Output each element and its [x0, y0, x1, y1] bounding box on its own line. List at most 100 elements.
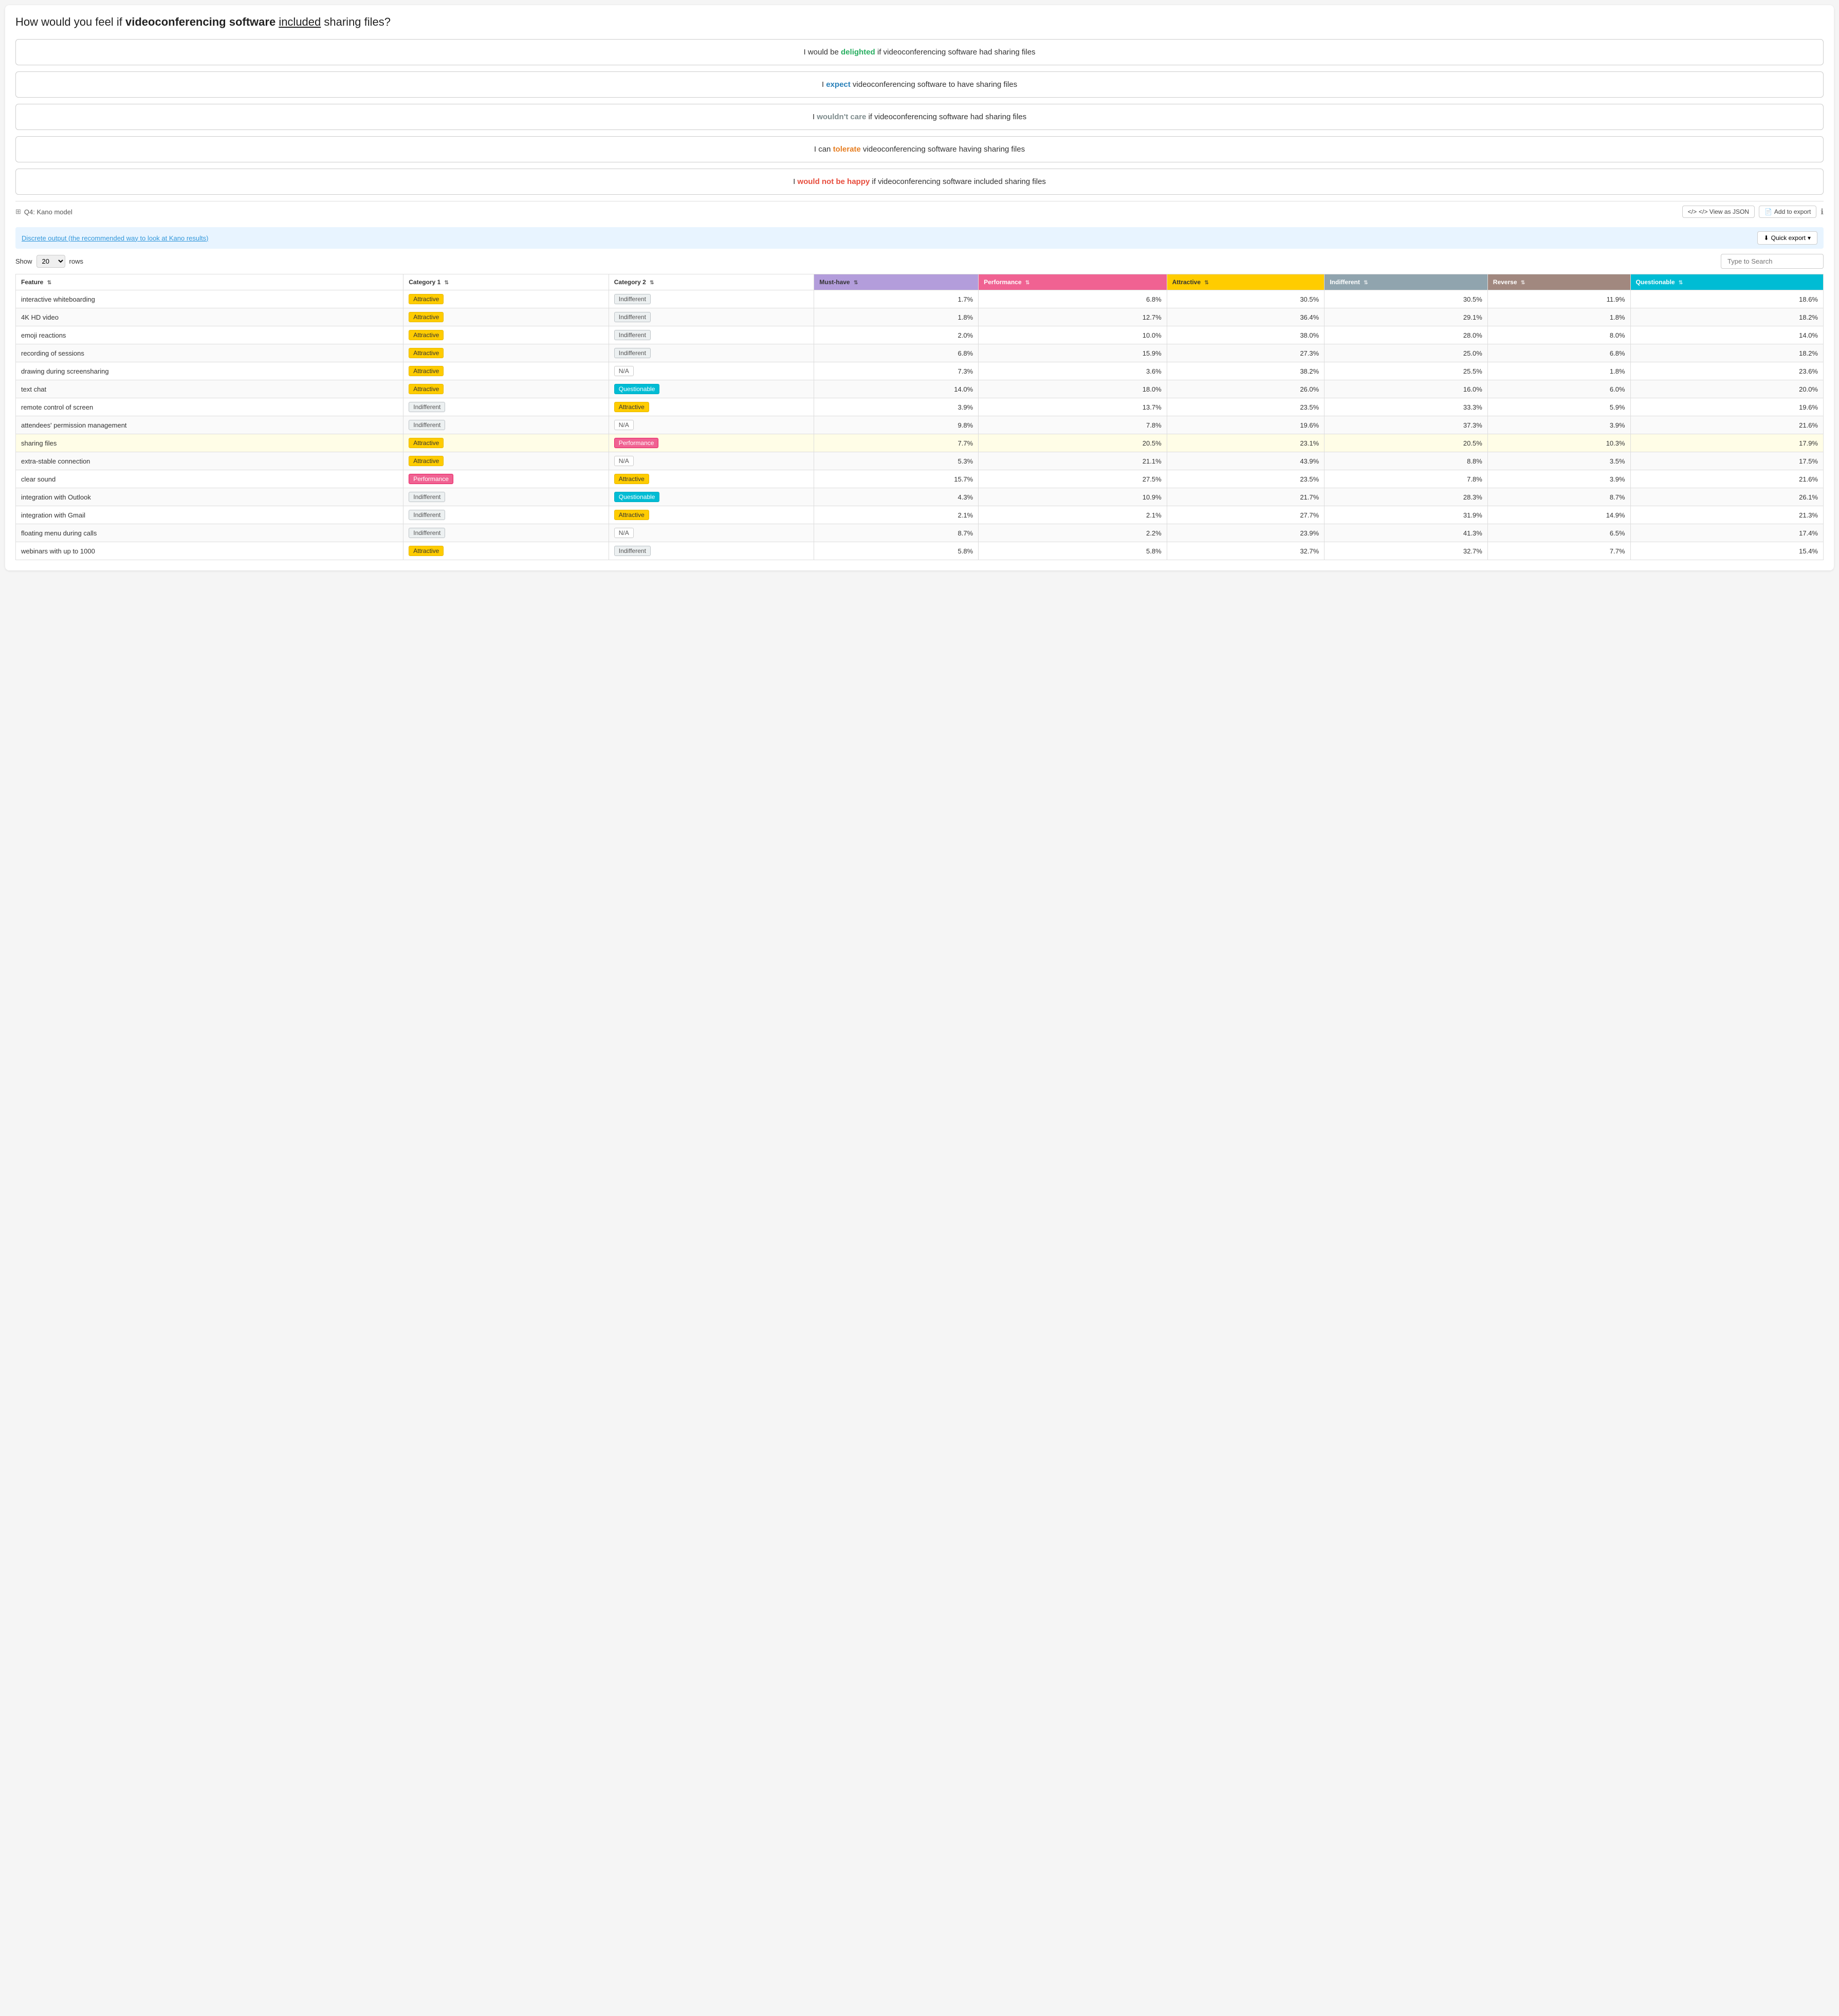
cell-quest: 21.6% [1630, 470, 1823, 488]
cell-rev: 7.7% [1487, 542, 1630, 560]
kano-title: ⊞ Q4: Kano model [15, 208, 72, 216]
table-row: interactive whiteboardingAttractiveIndif… [16, 290, 1824, 308]
th-must-have[interactable]: Must-have ⇅ [814, 274, 979, 290]
cell-perf: 2.1% [979, 506, 1167, 524]
cell-indf: 25.0% [1325, 344, 1488, 362]
th-questionable[interactable]: Questionable ⇅ [1630, 274, 1823, 290]
cell-cat2: Attractive [609, 398, 814, 416]
cell-attr: 19.6% [1167, 416, 1325, 434]
cell-attr: 21.7% [1167, 488, 1325, 506]
quick-export-button[interactable]: ⬇ Quick export ▾ [1757, 231, 1817, 245]
cell-cat1: Attractive [403, 452, 609, 470]
cell-attr: 36.4% [1167, 308, 1325, 326]
table-row: integration with GmailIndifferentAttract… [16, 506, 1824, 524]
cell-quest: 26.1% [1630, 488, 1823, 506]
cell-feature: emoji reactions [16, 326, 403, 344]
discrete-output-link[interactable]: Discrete output (the recommended way to … [22, 234, 208, 242]
cell-must: 1.7% [814, 290, 979, 308]
cell-perf: 21.1% [979, 452, 1167, 470]
th-feature[interactable]: Feature ⇅ [16, 274, 403, 290]
cell-quest: 23.6% [1630, 362, 1823, 380]
cell-perf: 7.8% [979, 416, 1167, 434]
cell-perf: 13.7% [979, 398, 1167, 416]
info-icon[interactable]: ℹ [1820, 207, 1824, 216]
cell-cat1: Attractive [403, 362, 609, 380]
table-row: 4K HD videoAttractiveIndifferent1.8%12.7… [16, 308, 1824, 326]
search-input[interactable] [1721, 254, 1824, 269]
cell-cat2: Indifferent [609, 290, 814, 308]
table-row: clear soundPerformanceAttractive15.7%27.… [16, 470, 1824, 488]
cell-indf: 28.3% [1325, 488, 1488, 506]
cell-feature: attendees' permission management [16, 416, 403, 434]
cell-cat2: Attractive [609, 470, 814, 488]
cell-attr: 27.7% [1167, 506, 1325, 524]
th-reverse[interactable]: Reverse ⇅ [1487, 274, 1630, 290]
th-attractive[interactable]: Attractive ⇅ [1167, 274, 1325, 290]
answer-expect[interactable]: I expect videoconferencing software to h… [15, 71, 1824, 98]
cell-attr: 43.9% [1167, 452, 1325, 470]
th-performance[interactable]: Performance ⇅ [979, 274, 1167, 290]
cell-rev: 1.8% [1487, 308, 1630, 326]
cell-attr: 23.1% [1167, 434, 1325, 452]
cell-attr: 32.7% [1167, 542, 1325, 560]
cell-must: 1.8% [814, 308, 979, 326]
cell-must: 9.8% [814, 416, 979, 434]
cell-quest: 18.2% [1630, 344, 1823, 362]
cell-feature: 4K HD video [16, 308, 403, 326]
cell-must: 6.8% [814, 344, 979, 362]
cell-rev: 3.9% [1487, 470, 1630, 488]
grid-icon: ⊞ [15, 208, 21, 216]
cell-cat2: Questionable [609, 488, 814, 506]
cell-feature: clear sound [16, 470, 403, 488]
cell-cat1: Attractive [403, 344, 609, 362]
cell-perf: 6.8% [979, 290, 1167, 308]
cell-cat2: N/A [609, 452, 814, 470]
question-title: How would you feel if videoconferencing … [15, 15, 1824, 29]
rows-per-page-select[interactable]: 20 10 50 100 [36, 255, 65, 268]
answer-delighted[interactable]: I would be delighted if videoconferencin… [15, 39, 1824, 65]
view-json-button[interactable]: </> </> View as JSON [1682, 206, 1755, 218]
cell-must: 14.0% [814, 380, 979, 398]
cell-indf: 31.9% [1325, 506, 1488, 524]
cell-must: 2.0% [814, 326, 979, 344]
table-row: recording of sessionsAttractiveIndiffere… [16, 344, 1824, 362]
cell-rev: 8.7% [1487, 488, 1630, 506]
cell-attr: 23.5% [1167, 470, 1325, 488]
cell-attr: 30.5% [1167, 290, 1325, 308]
th-category1[interactable]: Category 1 ⇅ [403, 274, 609, 290]
cell-must: 5.8% [814, 542, 979, 560]
add-to-export-button[interactable]: 📄 Add to export [1759, 206, 1816, 218]
cell-rev: 1.8% [1487, 362, 1630, 380]
cell-rev: 6.5% [1487, 524, 1630, 542]
th-category2[interactable]: Category 2 ⇅ [609, 274, 814, 290]
answer-options: I would be delighted if videoconferencin… [15, 39, 1824, 195]
table-row: emoji reactionsAttractiveIndifferent2.0%… [16, 326, 1824, 344]
cell-cat2: Performance [609, 434, 814, 452]
cell-feature: interactive whiteboarding [16, 290, 403, 308]
answer-tolerate[interactable]: I can tolerate videoconferencing softwar… [15, 136, 1824, 162]
answer-wouldnt-care[interactable]: I wouldn't care if videoconferencing sof… [15, 104, 1824, 130]
cell-quest: 19.6% [1630, 398, 1823, 416]
cell-indf: 16.0% [1325, 380, 1488, 398]
answer-not-happy[interactable]: I would not be happy if videoconferencin… [15, 169, 1824, 195]
cell-perf: 2.2% [979, 524, 1167, 542]
cell-indf: 25.5% [1325, 362, 1488, 380]
kano-table-wrapper: Feature ⇅ Category 1 ⇅ Category 2 ⇅ Must… [15, 274, 1824, 560]
cell-rev: 6.8% [1487, 344, 1630, 362]
cell-perf: 15.9% [979, 344, 1167, 362]
cell-cat1: Attractive [403, 290, 609, 308]
cell-cat1: Attractive [403, 308, 609, 326]
th-indifferent[interactable]: Indifferent ⇅ [1325, 274, 1488, 290]
cell-perf: 10.0% [979, 326, 1167, 344]
cell-cat2: Attractive [609, 506, 814, 524]
cell-perf: 10.9% [979, 488, 1167, 506]
kano-actions: </> </> View as JSON 📄 Add to export ℹ [1682, 206, 1824, 218]
table-row: floating menu during callsIndifferentN/A… [16, 524, 1824, 542]
cell-cat1: Indifferent [403, 524, 609, 542]
cell-perf: 20.5% [979, 434, 1167, 452]
cell-rev: 8.0% [1487, 326, 1630, 344]
cell-indf: 7.8% [1325, 470, 1488, 488]
cell-indf: 41.3% [1325, 524, 1488, 542]
cell-must: 7.3% [814, 362, 979, 380]
cell-must: 2.1% [814, 506, 979, 524]
